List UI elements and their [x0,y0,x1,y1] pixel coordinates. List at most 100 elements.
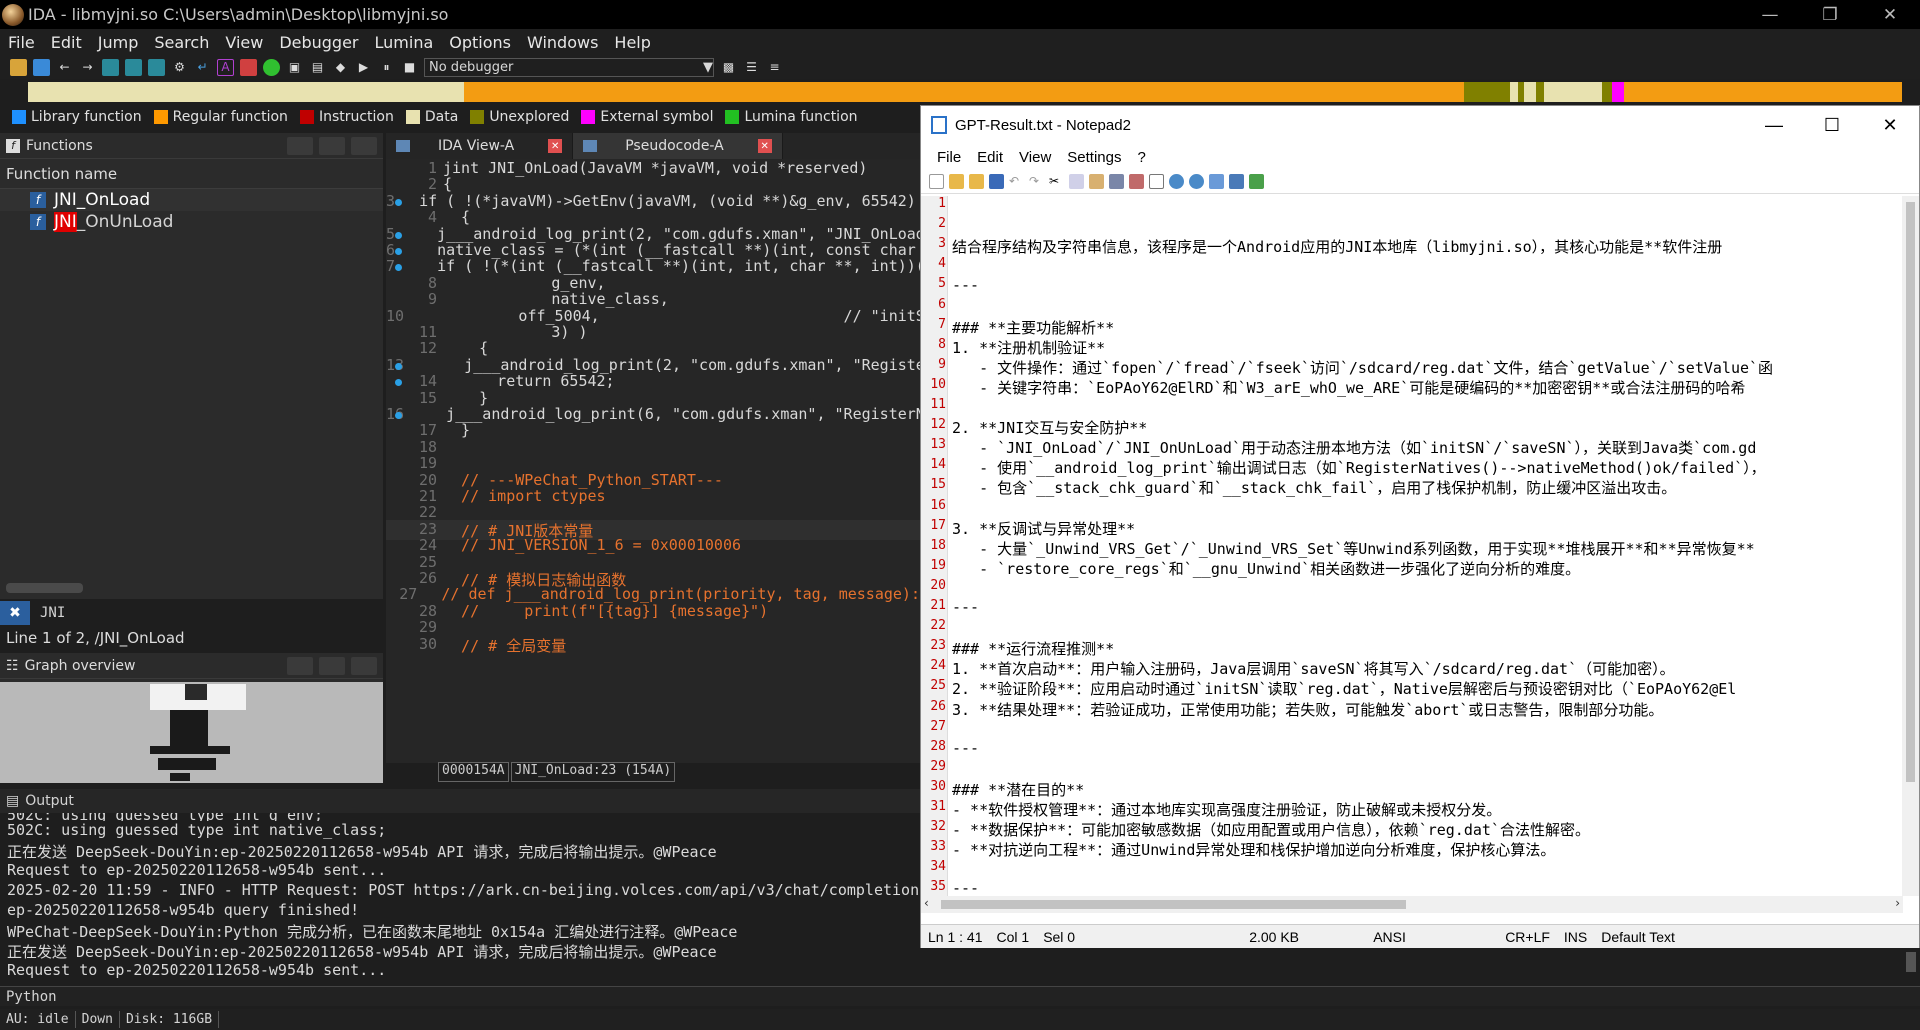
scrollbar-thumb[interactable] [1906,952,1916,972]
cut-icon[interactable]: ✂ [1049,174,1064,189]
panel-pin-button[interactable] [319,656,345,675]
menu-jump[interactable]: Jump [90,33,147,52]
editor-line[interactable]: 14 - 使用`__android_log_print`输出调试日志（如`Reg… [921,457,1765,477]
notepad-vertical-scrollbar[interactable] [1902,196,1919,896]
exit-icon[interactable] [1249,174,1264,189]
back-arrow-icon[interactable]: ← [56,59,73,76]
new-file-icon[interactable] [929,174,944,189]
encoding[interactable]: ANSI [1366,929,1498,945]
paste-icon[interactable] [1089,174,1104,189]
list-icon[interactable]: ☰ [743,59,760,76]
diamond-icon[interactable]: ◆ [332,59,349,76]
editor-line[interactable]: 12 2. **JNI交互与安全防护** [921,417,1147,437]
function-search-bar[interactable]: ✖ JNI [0,601,383,625]
scrollbar-thumb[interactable] [1906,202,1915,782]
word-wrap-icon[interactable] [1149,174,1164,189]
minimize-icon[interactable]: — [1740,0,1800,29]
editor-line[interactable]: 4 [921,256,952,276]
menu-edit[interactable]: Edit [969,149,1011,166]
save-icon[interactable] [33,58,50,76]
editor-line[interactable]: 29 [921,759,952,779]
forward-arrow-icon[interactable]: → [79,59,96,76]
scroll-left-icon[interactable]: ‹ [924,896,929,910]
editor-line[interactable]: 31 - **软件授权管理**：通过本地库实现高强度注册验证，防止破解或未授权分发… [921,799,1501,819]
notepad-editor[interactable]: 1 2 3 结合程序结构及字符串信息，该程序是一个Android应用的JNI本地库（l… [921,196,1903,896]
breakpoint-icon[interactable] [240,58,257,76]
proximity-icon[interactable]: ▤ [309,59,326,76]
menu-edit[interactable]: Edit [43,33,90,52]
menu-help[interactable]: Help [606,33,658,52]
browse-icon[interactable] [969,174,984,189]
lumina-icon[interactable] [263,58,280,76]
save-icon[interactable] [989,174,1004,189]
code-line[interactable]: 30 // # 全局变量 [386,635,920,655]
menu-search[interactable]: Search [146,33,217,52]
scheme-icon[interactable] [1209,174,1224,189]
syntax-scheme[interactable]: Default Text [1594,929,1682,945]
find-icon[interactable] [1109,174,1124,189]
editor-line[interactable]: 19 - `restore_core_regs`和`__gnu_Unwind`相… [921,558,1580,578]
gutter-cell[interactable] [386,635,398,655]
navigation-band[interactable] [28,82,1902,102]
function-row[interactable]: f JNI_OnLoad [0,189,383,211]
horizontal-scrollbar[interactable] [6,583,83,593]
clear-search-icon[interactable]: ✖ [0,601,30,625]
editor-line[interactable]: 22 [921,618,952,638]
attach-icon[interactable]: ▩ [720,59,737,76]
open-folder-icon[interactable] [10,58,27,76]
redo-icon[interactable]: ↷ [1029,174,1044,189]
replace-icon[interactable] [1129,174,1144,189]
editor-line[interactable]: 18 - 大量`_Unwind_VRS_Get`/`_Unwind_VRS_Se… [921,538,1754,558]
editor-line[interactable]: 28 --- [921,739,979,759]
minimize-icon[interactable]: — [1745,115,1803,136]
function-icon[interactable] [125,58,142,76]
editor-line[interactable]: 3 结合程序结构及字符串信息，该程序是一个Android应用的JNI本地库（lib… [921,236,1722,256]
editor-line[interactable]: 10 - 关键字符串：`EoPAoY62@ElRD`和`W3_arE_whO_w… [921,377,1745,397]
editor-line[interactable]: 13 - `JNI_OnLoad`/`JNI_OnUnLoad`用于动态注册本地… [921,437,1756,457]
output-panel[interactable]: 502C: using guessed type int g_env;502C:… [0,813,925,981]
pause-icon[interactable]: ⏸ [378,59,395,76]
function-search-input[interactable]: JNI [40,605,65,621]
debugger-select[interactable]: No debugger ▼ [424,57,714,77]
menu-file[interactable]: File [0,33,43,52]
pseudocode-view[interactable]: 1 jint JNI_OnLoad(JavaVM *javaVM, void *r… [386,159,920,763]
open-folder-icon[interactable] [949,174,964,189]
scrollbar-thumb[interactable] [941,900,1406,909]
function-name-column-header[interactable]: Function name [0,159,383,189]
menu-file[interactable]: File [929,149,969,166]
panel-close-button[interactable] [351,656,377,675]
editor-line[interactable]: 2 [921,216,952,236]
menu-help[interactable]: ? [1129,149,1153,166]
settings-icon[interactable] [1229,174,1244,189]
align-icon[interactable]: ≡ [766,59,783,76]
function-row[interactable]: f JNI _OnUnLoad [0,211,383,233]
scroll-right-icon[interactable]: › [1895,896,1900,910]
python-command-bar[interactable]: Python [0,986,1920,1006]
restore-icon[interactable]: ❐ [1800,0,1860,29]
play-icon[interactable]: ▶ [355,59,372,76]
insert-mode[interactable]: INS [1557,929,1594,945]
close-icon[interactable]: ✕ [548,139,563,153]
editor-line[interactable]: 11 [921,397,952,417]
editor-line[interactable]: 7 ### **主要功能解析** [921,317,1114,337]
maximize-icon[interactable]: ☐ [1803,115,1861,136]
editor-line[interactable]: 32 - **数据保护**：可能加密敏感数据（如应用配置或用户信息），依赖`reg… [921,819,1590,839]
editor-line[interactable]: 26 3. **结果处理**：若验证成功，正常使用功能；若失败，可能触发`abor… [921,699,1663,719]
close-icon[interactable]: ✕ [1860,0,1920,29]
menu-lumina[interactable]: Lumina [367,33,442,52]
panel-float-button[interactable] [287,136,313,155]
editor-line[interactable]: 16 [921,498,952,518]
editor-line[interactable]: 35 --- [921,879,979,896]
zoom-out-icon[interactable] [1189,174,1204,189]
panel-float-button[interactable] [287,656,313,675]
editor-line[interactable]: 1 [921,196,952,216]
editor-line[interactable]: 15 - 包含`__stack_chk_guard`和`__stack_chk_… [921,477,1676,497]
editor-line[interactable]: 21 --- [921,598,979,618]
editor-line[interactable]: 34 [921,859,952,879]
struct-icon[interactable] [148,58,165,76]
editor-line[interactable]: 8 1. **注册机制验证** [921,337,1105,357]
jump-icon[interactable]: ↵ [194,59,211,76]
editor-line[interactable]: 27 [921,719,952,739]
close-icon[interactable]: ✕ [1861,115,1919,136]
graph-overview-canvas[interactable] [0,682,383,783]
